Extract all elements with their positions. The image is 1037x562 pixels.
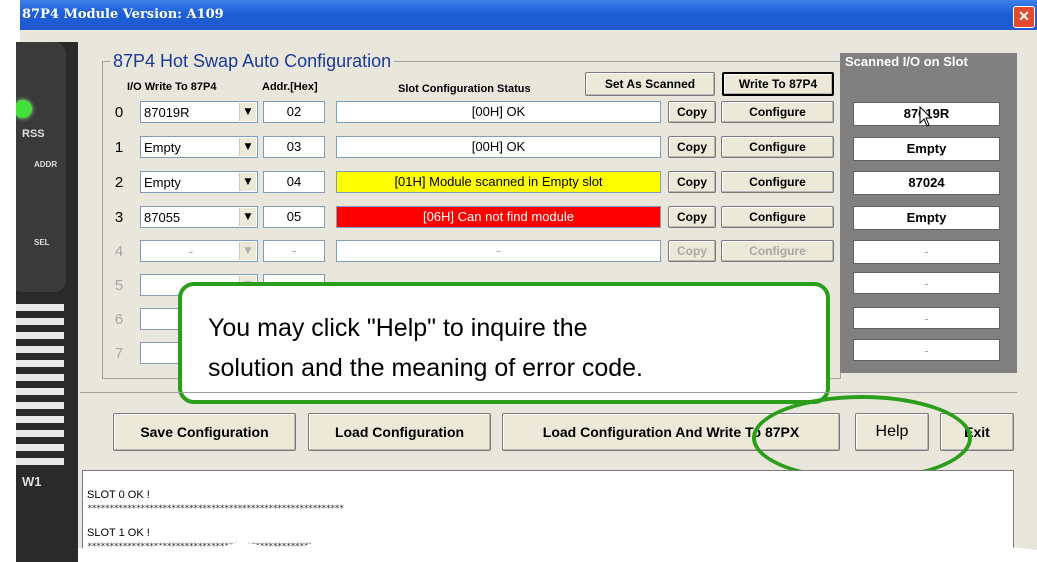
slot-number: 6: [114, 311, 124, 328]
configure-button[interactable]: Configure: [721, 136, 834, 158]
set-as-scanned-button[interactable]: Set As Scanned: [585, 72, 715, 96]
address-field[interactable]: 03: [263, 136, 325, 158]
configure-button[interactable]: Configure: [721, 171, 834, 193]
module-select-value: Empty: [144, 140, 181, 155]
address-field[interactable]: 05: [263, 206, 325, 228]
copy-button[interactable]: Copy: [668, 101, 716, 123]
torn-edge-left: [0, 0, 16, 562]
slot-number: 0: [114, 104, 124, 121]
module-select-value: 87055: [144, 210, 181, 225]
copy-button[interactable]: Copy: [668, 136, 716, 158]
mouse-cursor-icon: [919, 106, 933, 127]
module-select: -▼: [140, 240, 258, 262]
help-callout: You may click "Help" to inquire the solu…: [178, 282, 830, 404]
slot-status-field: [00H] OK: [336, 101, 661, 123]
address-field: -: [263, 240, 325, 262]
module-select-value: Empty: [144, 175, 181, 190]
module-select[interactable]: 87055 ▼: [140, 206, 258, 228]
slot-number: 1: [114, 139, 124, 156]
device-label-side2: SEL: [34, 238, 50, 247]
col-header-io: I/O Write To 87P4: [127, 81, 217, 93]
scanned-slot-value: 87024: [853, 171, 1000, 195]
status-led-icon: [14, 100, 32, 118]
close-button[interactable]: ✕: [1013, 6, 1035, 28]
copy-button[interactable]: Copy: [668, 171, 716, 193]
help-highlight-ellipse: [752, 395, 972, 481]
chevron-down-icon[interactable]: ▼: [239, 208, 256, 226]
scanned-slot-value: -: [853, 339, 1000, 361]
module-select[interactable]: 87019R ▼: [140, 101, 258, 123]
slot-number: 7: [114, 345, 124, 362]
title-bar[interactable]: 87P4 Module Version: A109 ✕: [20, 0, 1037, 30]
device-label-bottom: W1: [22, 474, 42, 489]
scanned-slot-value: Empty: [853, 206, 1000, 230]
copy-button[interactable]: Copy: [668, 206, 716, 228]
load-configuration-button[interactable]: Load Configuration: [308, 413, 491, 451]
slot-number: 5: [114, 277, 124, 294]
device-label-side1: ADDR: [34, 160, 58, 169]
config-group-title: 87P4 Hot Swap Auto Configuration: [110, 51, 395, 72]
chevron-down-icon[interactable]: ▼: [239, 103, 256, 121]
copy-button: Copy: [668, 240, 716, 262]
slot-status-field: [01H] Module scanned in Empty slot: [336, 171, 661, 193]
log-separator: ****************************************…: [87, 504, 344, 514]
slot-status-field: -: [336, 240, 661, 262]
col-header-addr: Addr.[Hex]: [262, 81, 318, 93]
callout-line-2: solution and the meaning of error code.: [208, 354, 643, 382]
module-select[interactable]: Empty ▼: [140, 136, 258, 158]
chevron-down-icon[interactable]: ▼: [239, 173, 256, 191]
slot-status-field: [06H] Can not find module: [336, 206, 661, 228]
scanned-slot-value: -: [853, 307, 1000, 329]
slot-number: 4: [114, 243, 124, 260]
save-configuration-button[interactable]: Save Configuration: [113, 413, 296, 451]
scanned-panel-title: Scanned I/O on Slot: [845, 54, 968, 69]
device-label-top: RSS: [22, 128, 45, 140]
chevron-down-icon[interactable]: ▼: [239, 138, 256, 156]
scanned-slot-value: Empty: [853, 137, 1000, 161]
module-select-value: 87019R: [144, 105, 190, 120]
module-select-value: -: [188, 244, 194, 259]
slot-number: 3: [114, 209, 124, 226]
write-to-87p4-button[interactable]: Write To 87P4: [722, 72, 834, 96]
configure-button: Configure: [721, 240, 834, 262]
window-title: 87P4 Module Version: A109: [22, 7, 224, 22]
slot-number: 2: [114, 174, 124, 191]
callout-line-1: You may click "Help" to inquire the: [208, 314, 588, 342]
module-select[interactable]: Empty ▼: [140, 171, 258, 193]
scanned-slot-value: -: [853, 272, 1000, 294]
configure-button[interactable]: Configure: [721, 101, 834, 123]
configure-button[interactable]: Configure: [721, 206, 834, 228]
torn-edge-bottom: [0, 538, 1037, 562]
scanned-slot-value: -: [853, 240, 1000, 264]
address-field[interactable]: 04: [263, 171, 325, 193]
chevron-down-icon: ▼: [239, 242, 256, 260]
slot-status-field: [00H] OK: [336, 136, 661, 158]
col-header-status: Slot Configuration Status: [398, 83, 531, 95]
address-field[interactable]: 02: [263, 101, 325, 123]
log-line: SLOT 0 OK !: [87, 489, 150, 501]
